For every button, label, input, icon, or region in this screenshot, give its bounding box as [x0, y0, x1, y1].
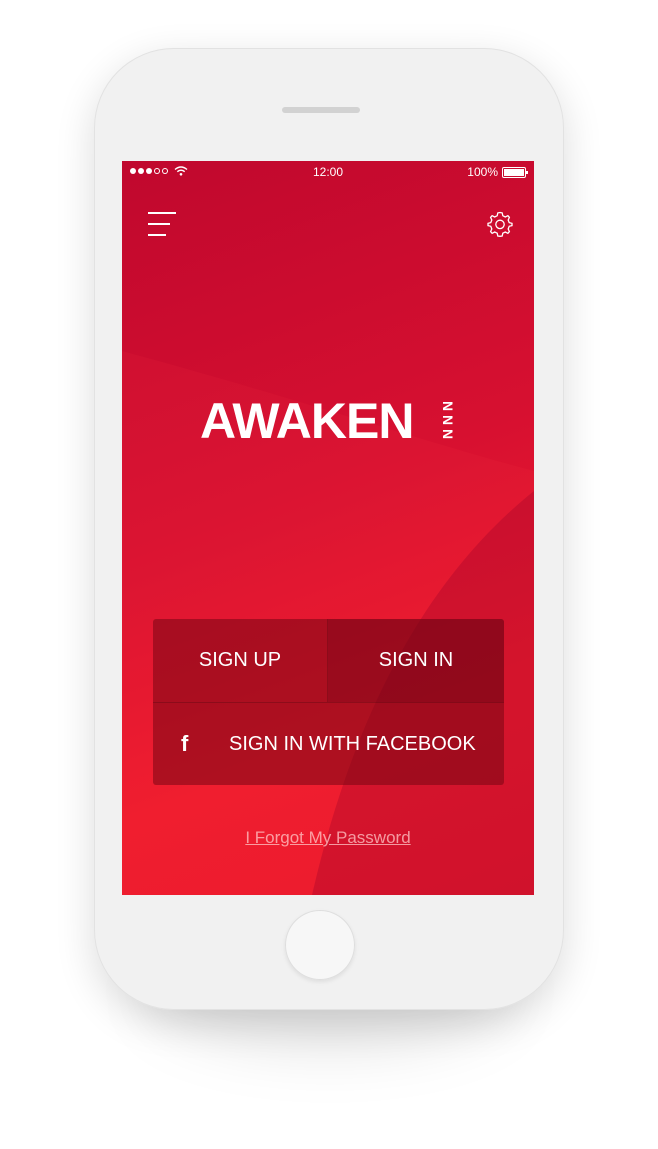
logo-mark: NNN — [440, 400, 456, 440]
facebook-sign-in-button[interactable]: f SIGN IN WITH FACEBOOK — [153, 702, 504, 785]
auth-panel: SIGN UP SIGN IN f SIGN IN WITH FACEBOOK — [153, 619, 504, 785]
sign-up-label: SIGN UP — [198, 649, 282, 671]
battery-icon — [502, 166, 528, 178]
app-logo: AWAKEN NNN — [200, 391, 464, 451]
facebook-icon: f — [181, 731, 189, 756]
status-bar: 12:00 100% — [122, 161, 534, 183]
gear-icon[interactable] — [486, 210, 514, 238]
sign-in-label: SIGN IN — [378, 649, 454, 671]
battery-percent: 100% — [467, 165, 498, 179]
facebook-sign-in-label: SIGN IN WITH FACEBOOK — [229, 732, 476, 755]
logo-text: AWAKEN — [200, 393, 414, 449]
phone-speaker — [282, 107, 360, 113]
sign-in-button[interactable]: SIGN IN — [328, 619, 504, 702]
home-button[interactable] — [285, 910, 355, 980]
app-screen: 12:00 100% AWAKEN NNN SIGN UP SIGN IN f … — [122, 161, 534, 895]
sign-up-button[interactable]: SIGN UP — [153, 619, 328, 702]
status-right: 100% — [467, 165, 528, 179]
forgot-password-link[interactable]: I Forgot My Password — [122, 828, 534, 848]
hamburger-menu-icon[interactable] — [148, 212, 176, 236]
